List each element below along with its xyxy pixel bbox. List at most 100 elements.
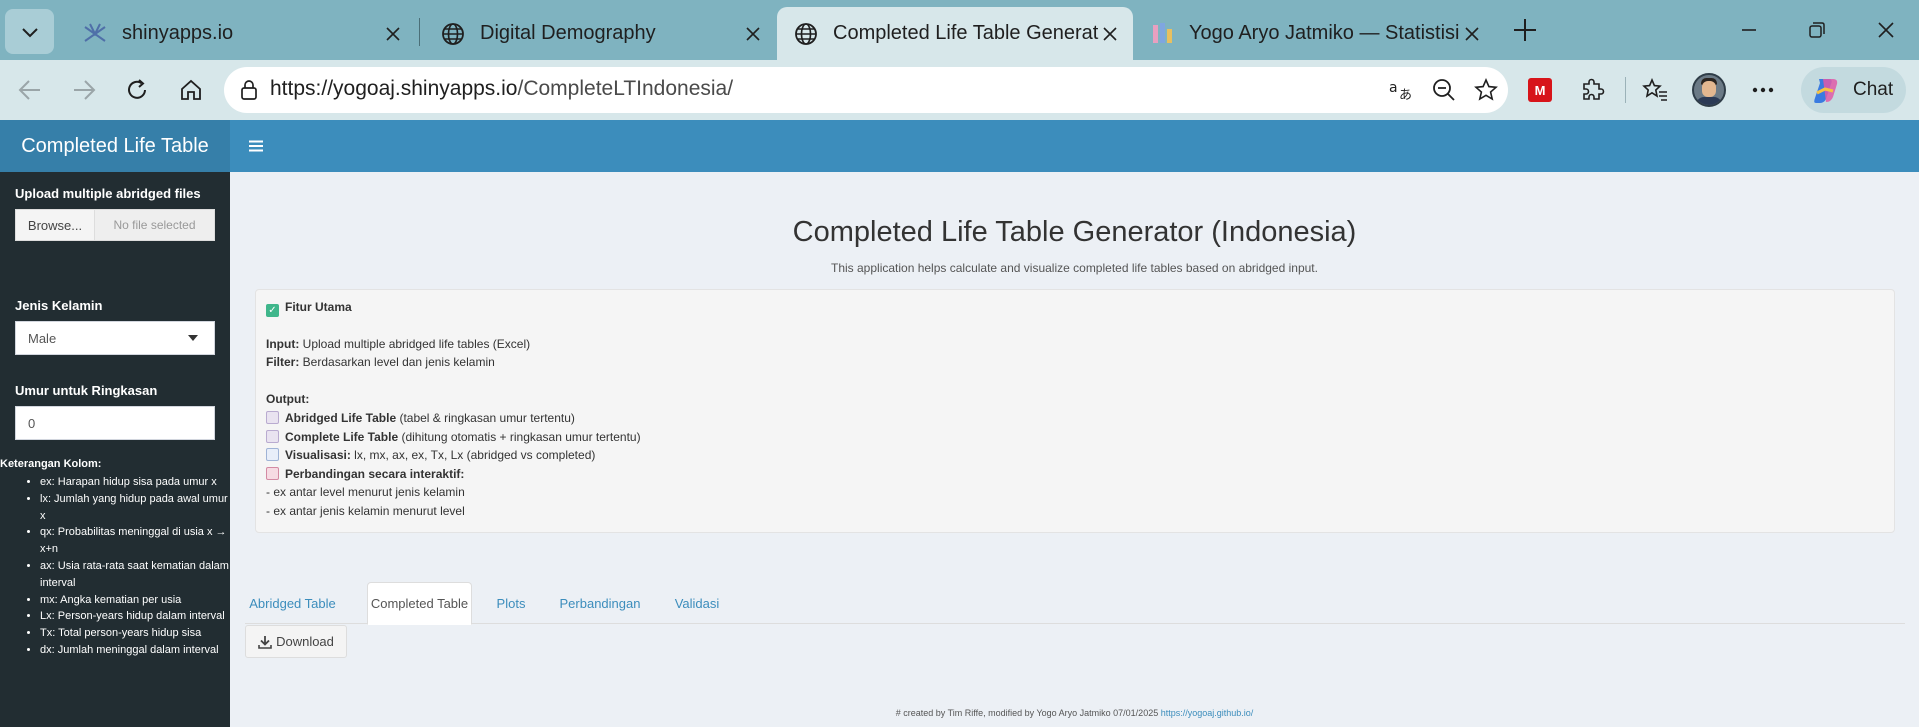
sex-select[interactable]: Male bbox=[15, 321, 215, 355]
page-title: Completed Life Table Generator (Indonesi… bbox=[792, 216, 1357, 248]
tab-title: shinyapps.io bbox=[122, 22, 234, 44]
file-upload-input: Browse... No file selected bbox=[15, 209, 215, 241]
hamburger-icon bbox=[249, 140, 263, 152]
home-icon bbox=[181, 79, 201, 100]
feature-output-perbandingan: Perbandingan secara interaktif: bbox=[266, 467, 464, 481]
extensions-button[interactable] bbox=[1575, 72, 1611, 108]
restore-window-button[interactable] bbox=[1797, 12, 1837, 48]
feature-output-visualisasi: Visualisasi: lx, mx, ax, ex, Tx, Lx (abr… bbox=[266, 448, 595, 462]
url-path: /CompleteLTIndonesia/ bbox=[517, 77, 734, 100]
file-name-field[interactable]: No file selected bbox=[95, 209, 215, 241]
close-icon bbox=[1878, 22, 1894, 38]
tab-title: Digital Demography bbox=[480, 22, 656, 44]
puzzle-icon bbox=[1583, 78, 1605, 100]
refresh-icon bbox=[128, 79, 146, 99]
plus-icon bbox=[1514, 19, 1536, 41]
browser-tab-strip: shinyapps.io Digital Demography Complete… bbox=[0, 0, 1919, 60]
tab-completed-table[interactable]: Completed Table bbox=[367, 582, 472, 625]
app-logo[interactable]: Completed Life Table bbox=[0, 120, 230, 172]
age-input[interactable]: 0 bbox=[15, 406, 215, 440]
legend-item: mx: Angka kematian per usia bbox=[40, 592, 230, 609]
close-tab-icon[interactable] bbox=[382, 23, 404, 45]
favorites-list-icon bbox=[1642, 78, 1667, 101]
feature-output-complete: Complete Life Table (dihitung otomatis +… bbox=[266, 430, 641, 444]
close-tab-icon[interactable] bbox=[1099, 23, 1121, 45]
zoom-out-icon[interactable] bbox=[1429, 75, 1459, 105]
tab-plots[interactable]: Plots bbox=[486, 582, 536, 624]
age-label: Umur untuk Ringkasan bbox=[15, 383, 158, 398]
close-tab-icon[interactable] bbox=[742, 23, 764, 45]
main-content: Completed Life Table Generator (Indonesi… bbox=[230, 172, 1919, 727]
chart-increasing-icon bbox=[266, 448, 279, 461]
footer-link[interactable]: https://yogoaj.github.io/ bbox=[1161, 708, 1254, 718]
svg-text:あ: あ bbox=[1399, 88, 1412, 102]
caret-down-icon bbox=[188, 335, 198, 341]
favorite-star-icon[interactable] bbox=[1471, 75, 1501, 105]
copilot-chat-button[interactable]: Chat bbox=[1801, 67, 1906, 113]
mendeley-extension-button[interactable]: M bbox=[1522, 72, 1558, 108]
profile-button[interactable] bbox=[1691, 72, 1727, 108]
copilot-icon bbox=[1814, 79, 1838, 103]
tab-title: Completed Life Table Generator (In bbox=[833, 22, 1099, 44]
globe-icon bbox=[795, 22, 817, 45]
tab-separator bbox=[419, 18, 420, 46]
more-dots-icon bbox=[1752, 87, 1774, 93]
features-heading: ✓ Fitur Utama bbox=[266, 300, 352, 317]
tab-shinyapps[interactable]: shinyapps.io bbox=[66, 7, 416, 60]
legend-item: lx: Jumlah yang hidup pada awal umur x bbox=[40, 491, 230, 525]
feature-input: Input: Upload multiple abridged life tab… bbox=[266, 337, 531, 351]
address-bar[interactable]: https://yogoaj.shinyapps.io/CompleteLTIn… bbox=[224, 67, 1508, 113]
favorites-button[interactable] bbox=[1637, 72, 1673, 108]
tab-list-dropdown-button[interactable] bbox=[5, 9, 54, 54]
forward-arrow-icon bbox=[74, 80, 96, 100]
legend-item: dx: Jumlah meninggal dalam interval bbox=[40, 642, 230, 659]
tab-perbandingan[interactable]: Perbandingan bbox=[550, 582, 650, 624]
tab-completed-life-table[interactable]: Completed Life Table Generator (In bbox=[777, 7, 1133, 60]
footer-text: # created by Tim Riffe, modified by Yogo… bbox=[895, 708, 1161, 718]
tab-validasi[interactable]: Validasi bbox=[665, 582, 729, 624]
download-label: Download bbox=[276, 634, 334, 649]
browser-toolbar: https://yogoaj.shinyapps.io/CompleteLTIn… bbox=[0, 60, 1919, 120]
chat-label: Chat bbox=[1853, 79, 1894, 100]
check-mark-icon: ✓ bbox=[266, 304, 279, 317]
forward-button[interactable] bbox=[66, 72, 102, 108]
lock-icon[interactable] bbox=[234, 75, 264, 105]
avatar bbox=[1692, 73, 1726, 107]
browse-button[interactable]: Browse... bbox=[15, 209, 95, 241]
sidebar-toggle-button[interactable] bbox=[243, 134, 269, 158]
chart-decreasing-icon bbox=[266, 467, 279, 480]
toolbar-divider bbox=[1625, 77, 1626, 103]
translate-icon[interactable]: aあ bbox=[1387, 75, 1417, 105]
feature-output-abridged: Abridged Life Table (tabel & ringkasan u… bbox=[266, 411, 575, 425]
close-tab-icon[interactable] bbox=[1461, 23, 1483, 45]
page-subtitle: This application helps calculate and vis… bbox=[831, 261, 1318, 275]
feature-sub-1: - ex antar level menurut jenis kelamin bbox=[266, 485, 465, 499]
back-button[interactable] bbox=[12, 72, 48, 108]
home-button[interactable] bbox=[173, 72, 209, 108]
upload-label: Upload multiple abridged files bbox=[15, 186, 201, 201]
tab-digital-demography[interactable]: Digital Demography bbox=[424, 7, 776, 60]
minimize-icon bbox=[1742, 29, 1756, 31]
download-button[interactable]: Download bbox=[245, 625, 347, 658]
legend-item: Tx: Total person-years hidup sisa bbox=[40, 625, 230, 642]
feature-sub-2: - ex antar jenis kelamin menurut level bbox=[266, 504, 465, 518]
new-tab-button[interactable] bbox=[1509, 12, 1541, 48]
content-tabs: Abridged Table Completed Table Plots Per… bbox=[245, 582, 1905, 625]
feature-output: Output: bbox=[266, 392, 310, 406]
sidebar: Upload multiple abridged files Browse...… bbox=[0, 172, 230, 727]
chevron-down-icon bbox=[21, 27, 38, 37]
legend-item: Lx: Person-years hidup dalam interval bbox=[40, 608, 230, 625]
refresh-button[interactable] bbox=[119, 72, 155, 108]
minimize-window-button[interactable] bbox=[1729, 12, 1769, 48]
globe-icon bbox=[442, 22, 464, 45]
restore-icon bbox=[1809, 22, 1825, 38]
url-text[interactable]: https://yogoaj.shinyapps.io/CompleteLTIn… bbox=[270, 77, 733, 101]
close-window-button[interactable] bbox=[1866, 12, 1906, 48]
shinyapps-icon bbox=[84, 23, 106, 42]
tab-abridged-table[interactable]: Abridged Table bbox=[245, 582, 340, 624]
legend-item: ex: Harapan hidup sisa pada umur x bbox=[40, 474, 230, 491]
sex-label: Jenis Kelamin bbox=[15, 298, 103, 313]
mendeley-extension-icon: M bbox=[1528, 78, 1552, 102]
more-options-button[interactable] bbox=[1745, 72, 1781, 108]
tab-yogo-aryo-jatmiko[interactable]: Yogo Aryo Jatmiko — Statistisi, De bbox=[1135, 7, 1495, 60]
